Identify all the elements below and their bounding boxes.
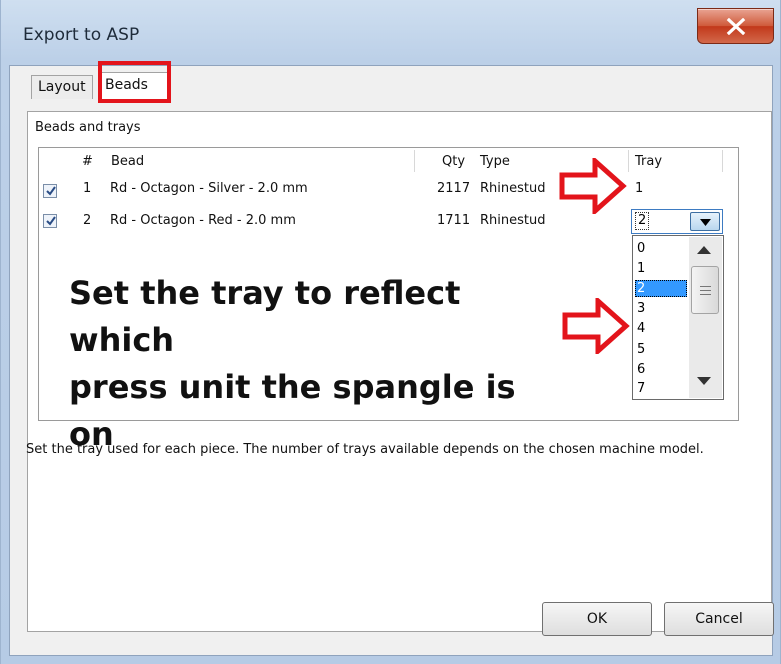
cancel-button[interactable]: Cancel	[664, 602, 774, 636]
scrollbar-thumb[interactable]	[691, 266, 719, 314]
row-checkbox[interactable]	[43, 214, 57, 228]
column-header-num[interactable]: #	[82, 152, 93, 172]
row-type: Rhinestud	[480, 181, 546, 196]
check-icon	[46, 216, 56, 226]
tray-combo-value: 2	[635, 212, 650, 230]
tray-option-selected[interactable]: 2	[635, 280, 687, 297]
row-number: 1	[83, 181, 92, 196]
row-checkbox[interactable]	[43, 184, 57, 198]
scroll-down-icon[interactable]	[697, 377, 711, 385]
tab-highlight-box	[98, 61, 171, 103]
row-bead: Rd - Octagon - Silver - 2.0 mm	[110, 181, 308, 196]
chevron-down-icon	[700, 219, 711, 226]
row-qty: 2117	[437, 181, 471, 196]
row-bead: Rd - Octagon - Red - 2.0 mm	[110, 213, 296, 228]
description-text: Set the tray used for each piece. The nu…	[26, 442, 704, 457]
column-header-bead[interactable]: Bead	[111, 152, 144, 172]
scroll-up-icon[interactable]	[697, 246, 711, 254]
row-tray[interactable]: 1	[635, 179, 643, 199]
annotation-line-1: Set the tray to reflect which	[69, 274, 461, 359]
export-dialog: Export to ASP Layout Beads Beads and tra…	[0, 0, 781, 664]
row-qty: 1711	[437, 213, 471, 228]
group-label: Beads and trays	[35, 120, 141, 135]
column-header-qty[interactable]: Qty	[442, 152, 465, 172]
header-divider	[722, 150, 723, 172]
tray-option[interactable]: 0	[635, 240, 687, 257]
tray-option[interactable]: 3	[635, 300, 687, 317]
column-header-tray[interactable]: Tray	[635, 152, 662, 172]
tab-layout[interactable]: Layout	[31, 75, 93, 99]
check-icon	[46, 186, 56, 196]
column-header-type[interactable]: Type	[480, 152, 510, 172]
tray-option[interactable]: 6	[635, 361, 687, 378]
row-type: Rhinestud	[480, 213, 546, 228]
dialog-title: Export to ASP	[23, 25, 140, 45]
tray-dropdown-button[interactable]	[690, 212, 720, 231]
dropdown-scrollbar[interactable]	[689, 237, 722, 398]
arrow-right-icon	[562, 298, 630, 354]
tray-option[interactable]: 7	[635, 380, 687, 397]
header-divider	[414, 150, 415, 172]
tab-layout-label: Layout	[38, 79, 86, 95]
ok-button[interactable]: OK	[542, 602, 652, 636]
tray-option[interactable]: 1	[635, 260, 687, 277]
tray-option[interactable]: 4	[635, 320, 687, 337]
arrow-right-icon	[559, 158, 627, 214]
row-number: 2	[83, 213, 92, 228]
annotation-text: Set the tray to reflect which press unit…	[69, 270, 569, 458]
tray-option[interactable]: 5	[635, 341, 687, 358]
close-icon	[726, 18, 746, 35]
close-button[interactable]	[697, 8, 774, 44]
header-divider	[628, 150, 629, 172]
